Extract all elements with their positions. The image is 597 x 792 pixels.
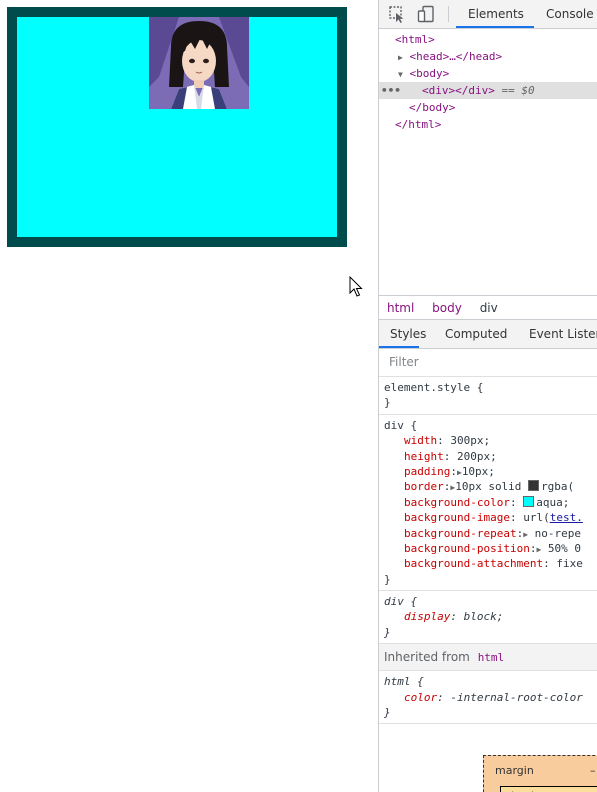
- inherited-label: Inherited from: [384, 650, 470, 665]
- mouse-cursor-icon: [349, 275, 363, 302]
- tab-computed[interactable]: Computed: [445, 327, 507, 341]
- property-name[interactable]: background-image: [404, 511, 510, 524]
- dom-node-body[interactable]: ▼ <body>: [379, 65, 597, 82]
- inherited-section-header: Inherited from html: [379, 644, 597, 672]
- breadcrumb: html body div: [379, 295, 597, 320]
- rule-close: }: [384, 396, 391, 410]
- styles-subtabs: Styles Computed Event Listen: [379, 319, 597, 349]
- rule-element-style: element.style { }: [379, 377, 597, 415]
- tab-styles[interactable]: Styles: [390, 327, 426, 341]
- property-value[interactable]: 10px solid: [455, 480, 528, 493]
- rule-div-author: div { width: 300px; height: 200px; paddi…: [379, 415, 597, 592]
- rule-close: }: [384, 572, 391, 586]
- box-model-border: border 10: [500, 786, 597, 792]
- property-name[interactable]: background-position: [404, 542, 530, 555]
- rule-selector: html {: [384, 675, 424, 689]
- rule-selector: div {: [384, 595, 418, 609]
- css-property-color: color: -internal-root-color: [404, 690, 583, 704]
- breadcrumb-div[interactable]: div: [480, 301, 498, 315]
- devtools-panel: Elements Console <html> ▶ <head>…</head>…: [378, 0, 597, 792]
- css-property-background-position[interactable]: background-position:▶ 50% 0: [404, 541, 597, 556]
- styled-div[interactable]: [7, 7, 347, 247]
- dom-html-close: </html>: [395, 118, 442, 131]
- page-preview: [0, 0, 378, 792]
- css-property-background-color[interactable]: background-color: aqua;: [404, 495, 597, 510]
- more-options-icon[interactable]: •••: [381, 82, 401, 99]
- css-property-padding[interactable]: padding:▶10px;: [404, 464, 597, 479]
- expand-triangle-icon[interactable]: ▶: [523, 530, 528, 539]
- property-value[interactable]: aqua;: [536, 496, 569, 509]
- css-property-width[interactable]: width: 300px;: [404, 433, 597, 448]
- property-name: color: [404, 690, 438, 704]
- dom-node-html[interactable]: <html>: [379, 31, 597, 48]
- toolbar-separator: [448, 6, 449, 22]
- inspect-icon[interactable]: [388, 5, 406, 26]
- dom-node-html-close[interactable]: </html>: [379, 116, 597, 133]
- css-property-background-image[interactable]: background-image: url(test.: [404, 510, 597, 525]
- tab-console[interactable]: Console: [546, 7, 594, 21]
- dom-tree: <html> ▶ <head>…</head> ▼ <body> ••• <di…: [379, 30, 597, 292]
- styles-pane: element.style { } div { width: 300px; he…: [379, 377, 597, 725]
- property-value: block;: [463, 610, 504, 624]
- property-value-color[interactable]: rgba(: [541, 480, 574, 493]
- dom-node-head[interactable]: ▶ <head>…</head>: [379, 48, 597, 65]
- property-value[interactable]: 50% 0: [548, 542, 581, 555]
- property-name[interactable]: background-repeat: [404, 527, 517, 540]
- dom-html-open: <html>: [395, 33, 435, 46]
- property-value[interactable]: 300px;: [450, 434, 490, 447]
- device-toggle-icon[interactable]: [417, 5, 435, 26]
- anime-character-background-image: [149, 17, 249, 109]
- rule-close: }: [384, 625, 391, 639]
- collapse-triangle-icon[interactable]: ▼: [398, 70, 403, 79]
- property-name[interactable]: height: [404, 450, 444, 463]
- property-name[interactable]: background-attachment: [404, 557, 543, 570]
- property-name[interactable]: background-color: [404, 496, 510, 509]
- dom-div: <div></div>: [422, 84, 495, 97]
- box-model-margin-value[interactable]: –: [590, 764, 596, 777]
- styles-filter: [379, 348, 597, 377]
- property-name[interactable]: padding: [404, 465, 450, 478]
- image-url-link[interactable]: test.: [550, 511, 583, 524]
- property-value[interactable]: 200px;: [457, 450, 497, 463]
- property-name: display: [404, 610, 451, 624]
- color-swatch-icon[interactable]: [528, 480, 540, 492]
- expand-triangle-icon[interactable]: ▶: [536, 545, 541, 554]
- dom-body-close: </body>: [409, 101, 456, 114]
- rule-html-user-agent: html { color: -internal-root-color }: [379, 671, 597, 725]
- active-tab-indicator: [456, 26, 534, 28]
- dom-body-open: <body>: [409, 67, 450, 80]
- property-value: -internal-root-color: [450, 690, 583, 704]
- rule-selector[interactable]: div {: [384, 418, 597, 433]
- rule-close: }: [384, 706, 391, 720]
- property-value[interactable]: no-repe: [535, 527, 581, 540]
- selected-marker: == $0: [501, 84, 535, 97]
- rule-div-user-agent: div { display: block; }: [379, 591, 597, 645]
- property-value[interactable]: 10px;: [462, 465, 495, 478]
- css-property-background-repeat[interactable]: background-repeat:▶ no-repe: [404, 526, 597, 541]
- rule-selector[interactable]: element.style {: [384, 380, 597, 395]
- css-property-height[interactable]: height: 200px;: [404, 449, 597, 464]
- css-property-background-attachment[interactable]: background-attachment: fixe: [404, 556, 597, 571]
- box-model-margin-label: margin: [495, 764, 534, 777]
- tab-elements[interactable]: Elements: [468, 7, 524, 21]
- dom-node-body-close[interactable]: </body>: [379, 99, 597, 116]
- breadcrumb-html[interactable]: html: [387, 301, 414, 315]
- property-value[interactable]: url(: [523, 511, 550, 524]
- dom-head: <head>…</head>: [409, 50, 503, 63]
- color-swatch-icon[interactable]: [523, 495, 535, 507]
- expand-triangle-icon[interactable]: ▶: [398, 53, 403, 62]
- css-property-border[interactable]: border:▶10px solid rgba(: [404, 479, 597, 494]
- filter-input[interactable]: [387, 354, 581, 370]
- css-property-display: display: block;: [404, 610, 504, 624]
- devtools-toolbar: Elements Console: [379, 0, 597, 29]
- inherited-tag-link[interactable]: html: [478, 651, 505, 664]
- box-model-diagram: margin – border 10: [483, 755, 597, 792]
- property-name[interactable]: border: [404, 480, 444, 493]
- dom-node-div-selected[interactable]: ••• <div></div> == $0: [379, 82, 597, 99]
- property-name[interactable]: width: [404, 434, 437, 447]
- tab-event-listeners[interactable]: Event Listen: [529, 327, 597, 341]
- property-value[interactable]: fixe: [556, 557, 583, 570]
- breadcrumb-body[interactable]: body: [432, 301, 462, 315]
